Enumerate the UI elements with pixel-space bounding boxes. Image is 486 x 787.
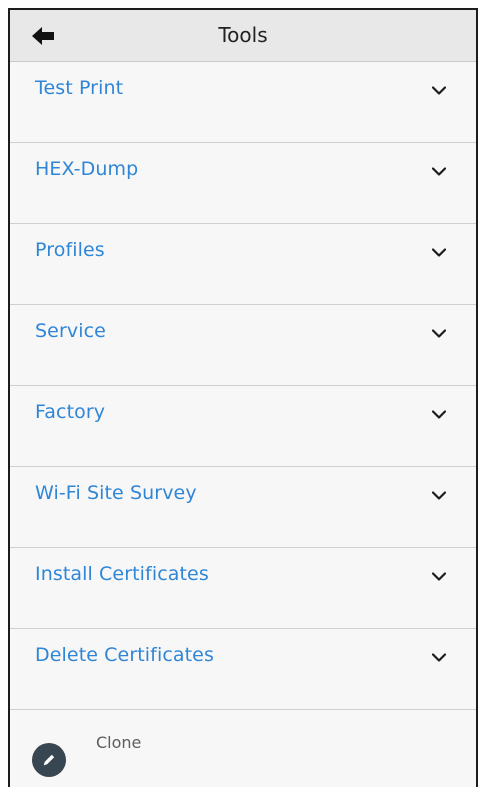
chevron-down-icon [432, 572, 446, 581]
menu-item-label: Install Certificates [35, 563, 209, 585]
tools-menu: Test Print HEX-Dump Profiles Service Fac [10, 62, 476, 710]
chevron-down-icon [432, 653, 446, 662]
chevron-down-icon [432, 167, 446, 176]
tools-screen: Tools Test Print HEX-Dump Profiles Servi… [8, 8, 478, 787]
menu-item-label: Test Print [35, 77, 124, 99]
pencil-icon [43, 754, 55, 766]
menu-item-test-print[interactable]: Test Print [10, 62, 476, 143]
menu-item-label: Service [35, 320, 106, 342]
chevron-down-icon [432, 329, 446, 338]
page-title: Tools [218, 23, 268, 47]
menu-item-install-certificates[interactable]: Install Certificates [10, 548, 476, 629]
menu-item-label: Factory [35, 401, 106, 423]
chevron-down-icon [432, 248, 446, 257]
menu-item-delete-certificates[interactable]: Delete Certificates [10, 629, 476, 710]
menu-item-label: Delete Certificates [35, 644, 214, 666]
clone-footer: Clone [10, 713, 476, 787]
menu-item-hex-dump[interactable]: HEX-Dump [10, 143, 476, 224]
chevron-down-icon [432, 491, 446, 500]
menu-item-profiles[interactable]: Profiles [10, 224, 476, 305]
top-bar: Tools [10, 10, 476, 62]
clone-button[interactable] [32, 743, 66, 777]
menu-item-wifi-site-survey[interactable]: Wi-Fi Site Survey [10, 467, 476, 548]
menu-item-label: Wi-Fi Site Survey [35, 482, 197, 504]
clone-label: Clone [96, 733, 142, 752]
menu-item-service[interactable]: Service [10, 305, 476, 386]
chevron-down-icon [432, 410, 446, 419]
menu-item-factory[interactable]: Factory [10, 386, 476, 467]
menu-item-label: Profiles [35, 239, 105, 261]
chevron-down-icon [432, 86, 446, 95]
menu-item-label: HEX-Dump [35, 158, 139, 180]
